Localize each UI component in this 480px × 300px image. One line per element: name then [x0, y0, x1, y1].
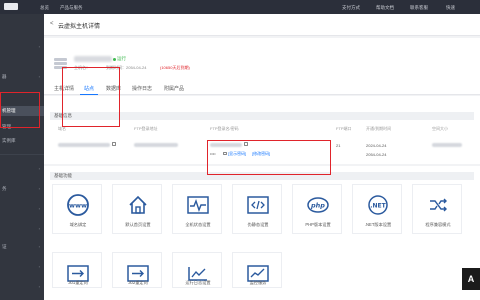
- domain-value: [58, 143, 110, 147]
- tile-label: 监控服务: [249, 280, 267, 285]
- col-dates: 开通/到期时间: [366, 126, 392, 131]
- chevron-icon: ›: [38, 244, 40, 249]
- col-space: 空间大小: [432, 126, 448, 131]
- home-icon: [129, 195, 147, 214]
- tile-status-setting[interactable]: 全机状态设置: [172, 184, 222, 234]
- col-ftp-login: FTP登录名/密码: [210, 126, 239, 131]
- top-navbar: 总览 产品与服务 支付方式 帮助文档 联系客服 快速: [0, 0, 480, 14]
- sidebar-item[interactable]: ›: [0, 204, 44, 214]
- chevron-icon: ›: [38, 74, 40, 79]
- col-ftp-port: FTP端口: [336, 126, 352, 131]
- nav-support[interactable]: 联系客服: [410, 5, 428, 11]
- sidebar-item[interactable]: ›: [0, 164, 44, 174]
- tile-label: 运行日志设置: [185, 280, 211, 285]
- tile-label: 程序兼容模式: [425, 222, 451, 227]
- chevron-icon: ›: [38, 264, 40, 269]
- nav-docs[interactable]: 帮助文档: [376, 5, 394, 11]
- page-header: < 云虚拟主机详情: [44, 14, 480, 36]
- dotnet-icon: .NET: [368, 195, 388, 215]
- svg-text:.NET: .NET: [370, 203, 386, 210]
- tile-rewrite-setting[interactable]: 伪静态设置: [232, 184, 282, 234]
- chevron-icon: ›: [38, 166, 40, 171]
- www-icon: www: [67, 194, 89, 216]
- annotation-box-ftp-password: [207, 140, 331, 175]
- tile-label: .NET版本设置: [364, 222, 392, 227]
- shuffle-icon: [430, 198, 447, 212]
- sidebar-item[interactable]: ›: [0, 282, 44, 292]
- open-date-value: 2024-04-24: [366, 143, 387, 148]
- annotation-box-sidebar: [0, 92, 40, 128]
- tab-addons[interactable]: 附属产品: [164, 85, 184, 92]
- chevron-icon: ›: [38, 186, 40, 191]
- pulse-icon: [187, 196, 209, 214]
- nav-quick[interactable]: 快速: [446, 5, 455, 11]
- nav-overview[interactable]: 总览: [40, 5, 49, 11]
- chevron-icon: ›: [38, 44, 40, 49]
- host-name: [74, 56, 112, 62]
- chevron-icon: ›: [38, 284, 40, 289]
- tile-domain-binding[interactable]: www 域名绑定: [52, 184, 102, 234]
- tile-301-redirect[interactable]: 301重定向: [52, 252, 102, 288]
- sidebar-item[interactable]: 务 ›: [0, 184, 44, 194]
- annotation-box-site-tab: [62, 67, 120, 127]
- tab-operation-log[interactable]: 操作日志: [132, 85, 152, 92]
- status-badge: 运行: [117, 56, 126, 61]
- nav-payment[interactable]: 支付方式: [342, 5, 360, 11]
- tile-default-homepage[interactable]: 默认首页设置: [112, 184, 162, 234]
- sidebar-item-instance[interactable]: 实例库: [0, 136, 44, 146]
- svg-text:www: www: [69, 202, 87, 210]
- col-ftp-address: FTP登录地址: [134, 126, 158, 131]
- nav-products[interactable]: 产品与服务: [60, 5, 83, 11]
- tile-compat-mode[interactable]: 程序兼容模式: [412, 184, 462, 234]
- copy-icon[interactable]: [112, 142, 116, 146]
- back-icon[interactable]: <: [50, 21, 54, 27]
- sidebar-item[interactable]: ›: [0, 224, 44, 234]
- chevron-icon: ›: [38, 206, 40, 211]
- corner-logo: A: [462, 268, 480, 290]
- tile-php-version[interactable]: php PHP版本设置: [292, 184, 342, 234]
- sidebar-item[interactable]: 证 ›: [0, 242, 44, 252]
- ftp-port-value: 21: [336, 143, 341, 148]
- php-icon: php: [307, 197, 329, 213]
- divider: [0, 154, 44, 155]
- brand-logo[interactable]: [4, 3, 18, 10]
- page-title: 云虚拟主机详情: [58, 24, 101, 30]
- expire-date-value: 2054-04-24: [366, 152, 387, 157]
- tile-label: 域名绑定: [69, 222, 87, 227]
- tile-label: PHP版本设置: [305, 222, 331, 227]
- tile-label: 301重定向: [68, 280, 88, 285]
- chevron-icon: ›: [38, 226, 40, 231]
- tile-dotnet-version[interactable]: .NET .NET版本设置: [352, 184, 402, 234]
- tile-monitor-service[interactable]: 监控服务: [232, 252, 282, 288]
- sidebar-item[interactable]: 器 ›: [0, 72, 44, 82]
- status-dot-icon: [113, 57, 116, 61]
- tile-label: 全机状态设置: [185, 222, 211, 227]
- space-value: [432, 143, 462, 147]
- tile-run-log[interactable]: 运行日志设置: [172, 252, 222, 288]
- tile-302-redirect[interactable]: 302重定向: [112, 252, 162, 288]
- ftp-address-value: [134, 143, 178, 147]
- tile-label: 默认首页设置: [125, 222, 151, 227]
- days-remaining: (10650天后到期): [160, 65, 190, 70]
- code-icon: [247, 196, 269, 214]
- sidebar-item[interactable]: ›: [0, 262, 44, 272]
- sidebar-item[interactable]: ›: [0, 42, 44, 52]
- tile-label: 302重定向: [128, 280, 148, 285]
- sidebar: › 器 › 机管理 管理 实例库 › 务 › › › 证 › › ›: [0, 14, 44, 300]
- tile-label: 伪静态设置: [247, 222, 269, 227]
- svg-text:php: php: [310, 202, 325, 210]
